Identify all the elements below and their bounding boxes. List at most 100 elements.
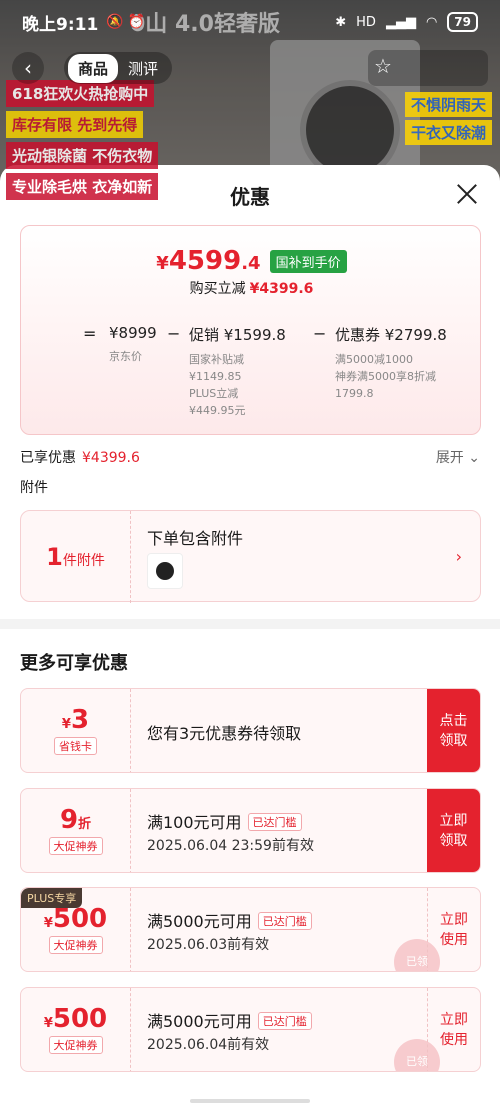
promo-detail-line: ¥449.95元 xyxy=(189,404,246,417)
coupon-amount: 3 xyxy=(70,705,90,735)
coupon-expiry: 2025.06.04前有效 xyxy=(147,1037,270,1053)
chevron-down-icon: ⌄ xyxy=(468,450,480,466)
network-label: HD xyxy=(356,14,376,30)
button-line: 使用 xyxy=(440,932,468,948)
expand-label: 展开 xyxy=(435,450,464,466)
accessory-card[interactable]: 1件附件 下单包含附件 › xyxy=(20,510,481,603)
coupon-expiry: 2025.06.04 23:59前有效 xyxy=(147,838,314,854)
price-summary-card: ¥4599.4 国补到手价 购买立减 ¥4399.6 = ¥8999 京东价 − … xyxy=(20,225,481,435)
coupon-amount: 500 xyxy=(52,904,108,934)
coupon-symbol: ¥ xyxy=(43,1016,53,1031)
enjoyed-label: 已享优惠 xyxy=(20,450,76,466)
coupon-expiry: 2025.06.03前有效 xyxy=(147,937,270,953)
cut-row: 购买立减 ¥4399.6 xyxy=(21,278,482,298)
alarm-icon: ⏰ xyxy=(127,14,146,30)
coupon-card: ¥3 省钱卡 您有3元优惠券待领取 点击 领取 xyxy=(20,688,481,773)
promo-line: 光动银除菌 不伤衣物 xyxy=(6,142,159,169)
button-line: 使用 xyxy=(440,1032,468,1048)
promo-left-banner: 618狂欢火热抢购中 库存有限 先到先得 光动银除菌 不伤衣物 专业除毛烘 衣净… xyxy=(6,80,176,204)
promo-line: 不惧阴雨天 xyxy=(404,92,492,117)
accessories-label: 附件 xyxy=(20,480,48,496)
coupon-card: 9折 大促神券 满100元可用 已达门槛 2025.06.04 23:59前有效 … xyxy=(20,788,481,873)
mute-icon: 🔕 xyxy=(106,14,124,30)
promo-detail-line: PLUS立减 xyxy=(189,387,239,400)
coupon-value: ¥500 xyxy=(21,1004,130,1034)
accessory-count: 1件附件 xyxy=(21,511,131,603)
status-bar: 晚上9:11 🔕 ⏰ ✱ HD ▂▄▆ ◠ 79 xyxy=(0,0,500,44)
coupon-value-block: ¥500 大促神券 xyxy=(21,988,131,1071)
enjoyed-amount: ¥4399.6 xyxy=(82,450,140,466)
promo-right-banner: 不惧阴雨天 干衣又除潮 xyxy=(404,92,492,148)
favorite-icon[interactable]: ☆ xyxy=(374,54,392,78)
coupon-value-block: ¥3 省钱卡 xyxy=(21,689,131,772)
coupon-detail-line: 神券满5000享8折减 xyxy=(335,370,436,383)
wifi-icon: ◠ xyxy=(425,14,438,30)
use-button[interactable]: 立即 使用 xyxy=(427,988,480,1071)
coupon-type: 省钱卡 xyxy=(54,737,97,755)
price-decimal: .4 xyxy=(241,253,261,274)
coupon-value: 9折 xyxy=(21,805,130,835)
chevron-right-icon: › xyxy=(455,547,462,566)
button-line: 领取 xyxy=(439,833,468,849)
coupon-amount: 500 xyxy=(52,1004,108,1034)
jd-price: ¥8999 xyxy=(109,324,157,342)
coupon-detail: 满5000减1000 神券满5000享8折减 1799.8 xyxy=(335,351,447,402)
status-right: ✱ HD ▂▄▆ ◠ 79 xyxy=(335,12,478,32)
more-discounts-title: 更多可享优惠 xyxy=(20,653,128,674)
tab-review[interactable]: 测评 xyxy=(118,54,168,83)
product-tabs: 商品 测评 xyxy=(64,52,173,84)
enjoyed-discount: 已享优惠 ¥4399.6 xyxy=(20,447,140,467)
coupon-condition: 您有3元优惠券待领取 xyxy=(147,724,302,743)
nav-actions: ☆ xyxy=(368,50,488,86)
minus-sign: − xyxy=(167,324,181,343)
jd-price-col: ¥8999 京东价 xyxy=(109,324,157,365)
coupon-symbol: ¥ xyxy=(61,717,71,732)
discount-sheet: 优惠 ¥4599.4 国补到手价 购买立减 ¥4399.6 = ¥8999 京东价… xyxy=(0,165,500,1111)
coupon-amount: 9 xyxy=(59,805,79,835)
coupon-suffix: 折 xyxy=(78,817,92,832)
product-nav: ‹ 商品 测评 ☆ xyxy=(0,50,500,86)
coupon-condition-text: 满5000元可用 xyxy=(147,1012,252,1031)
coupon-value-block: 9折 大促神券 xyxy=(21,789,131,872)
use-button[interactable]: 立即 使用 xyxy=(427,888,480,971)
coupon-type: 大促神券 xyxy=(48,1036,103,1054)
claim-button[interactable]: 点击 领取 xyxy=(427,689,480,772)
coupon-col: 优惠券 ¥2799.8 满5000减1000 神券满5000享8折减 1799.… xyxy=(315,324,447,402)
promo-detail-line: 国家补贴减 xyxy=(189,353,244,366)
threshold-tag: 已达门槛 xyxy=(247,813,302,831)
coupon-card: ¥500 大促神券 PLUS专享 满5000元可用 已达门槛 2025.06.03… xyxy=(20,887,481,972)
price-breakdown: = ¥8999 京东价 − 促销 ¥1599.8 国家补贴减 ¥1149.85 … xyxy=(21,316,482,436)
button-line: 立即 xyxy=(439,813,468,829)
price-integer: 4599 xyxy=(168,246,242,276)
final-price-row: ¥4599.4 国补到手价 xyxy=(21,246,482,276)
promo-detail-line: ¥1149.85 xyxy=(189,370,242,383)
coupon-symbol: ¥ xyxy=(43,916,53,931)
coupon-condition: 满5000元可用 已达门槛 xyxy=(147,908,312,932)
promo-line: 库存有限 先到先得 xyxy=(6,111,144,138)
coupon-condition: 满100元可用 已达门槛 xyxy=(147,809,302,833)
equals-sign: = xyxy=(83,324,97,343)
button-line: 点击 xyxy=(439,713,468,729)
subsidy-tag: 国补到手价 xyxy=(269,249,347,273)
promo-amount: 促销 ¥1599.8 xyxy=(189,326,286,344)
plus-exclusive-badge: PLUS专享 xyxy=(21,888,83,908)
cut-amount: ¥4399.6 xyxy=(249,281,314,297)
coupon-detail-line: 1799.8 xyxy=(335,387,374,400)
coupon-detail-line: 满5000减1000 xyxy=(335,353,413,366)
coupon-amount: 优惠券 ¥2799.8 xyxy=(335,326,447,344)
close-icon[interactable] xyxy=(452,179,482,209)
back-button[interactable]: ‹ xyxy=(12,52,44,84)
currency-symbol: ¥ xyxy=(156,253,169,274)
button-line: 立即 xyxy=(440,912,468,928)
claim-button[interactable]: 立即 领取 xyxy=(427,789,480,872)
section-divider xyxy=(0,619,500,629)
promo-col: 促销 ¥1599.8 国家补贴减 ¥1149.85 PLUS立减 ¥449.95… xyxy=(189,324,286,419)
battery-icon: 79 xyxy=(447,12,478,32)
threshold-tag: 已达门槛 xyxy=(257,912,312,930)
coupon-condition: 满5000元可用 已达门槛 xyxy=(147,1008,312,1032)
signal-icon: ▂▄▆ xyxy=(385,14,416,30)
tab-product[interactable]: 商品 xyxy=(68,53,119,83)
expand-toggle[interactable]: 展开 ⌄ xyxy=(436,447,480,467)
cut-label: 购买立减 xyxy=(189,281,246,297)
accessory-number: 1 xyxy=(46,543,63,571)
